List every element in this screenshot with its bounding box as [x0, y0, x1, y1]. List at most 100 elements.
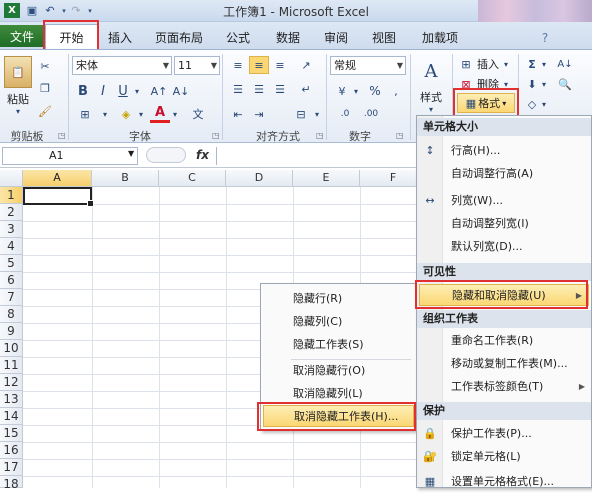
borders-dropdown-icon[interactable]: ▾ [100, 105, 110, 123]
font-color-icon[interactable]: A [150, 105, 170, 123]
fill-dropdown-icon[interactable]: ▾ [540, 76, 548, 92]
decrease-indent-icon[interactable]: ⇤ [228, 105, 248, 123]
row-header[interactable]: 2 [0, 204, 23, 221]
active-cell-a1[interactable] [23, 187, 94, 207]
font-name-combo[interactable]: 宋体 ▼ [72, 56, 172, 75]
row-header[interactable]: 4 [0, 238, 23, 255]
increase-decimal-icon[interactable]: .0 [334, 105, 356, 123]
format-painter-icon[interactable]: 🖌 [36, 103, 54, 119]
merge-center-icon[interactable]: ⊟ [290, 105, 312, 123]
borders-icon[interactable]: ⊞ [74, 105, 96, 123]
align-right-icon[interactable]: ☰ [270, 80, 290, 98]
align-left-icon[interactable]: ☰ [228, 80, 248, 98]
menu-item-hide-sheet[interactable]: 隐藏工作表(S) [261, 334, 416, 356]
menu-item-move-copy-sheet[interactable]: 移动或复制工作表(M)... [417, 353, 591, 375]
help-icon[interactable]: ? [538, 27, 552, 48]
select-all-corner[interactable] [0, 170, 23, 187]
insert-function-icon[interactable]: fx [196, 148, 209, 162]
comma-style-icon[interactable]: , [388, 82, 404, 100]
menu-item-default-width[interactable]: 默认列宽(D)... [417, 236, 591, 258]
number-format-combo[interactable]: 常规 ▼ [330, 56, 406, 75]
accounting-dropdown-icon[interactable]: ▾ [352, 82, 360, 100]
name-box-dropdown-icon[interactable]: ▼ [128, 149, 134, 158]
menu-item-autofit-row[interactable]: 自动调整行高(A) [417, 163, 591, 185]
row-header[interactable]: 16 [0, 442, 23, 459]
menu-item-hide-columns[interactable]: 隐藏列(C) [261, 311, 416, 333]
column-header-e[interactable]: E [293, 170, 360, 187]
clear-icon[interactable]: ◇ [524, 96, 540, 112]
bold-button[interactable]: B [74, 82, 92, 100]
align-center-icon[interactable]: ☰ [249, 80, 269, 98]
row-header[interactable]: 18 [0, 476, 23, 491]
autosum-icon[interactable]: Σ [524, 56, 540, 72]
font-color-dropdown-icon[interactable]: ▾ [170, 105, 180, 123]
tab-insert[interactable]: 插入 [104, 27, 136, 48]
tab-addins[interactable]: 加载项 [418, 27, 462, 48]
number-launcher-icon[interactable]: ◳ [396, 131, 404, 140]
menu-item-unhide-columns[interactable]: 取消隐藏列(L) [261, 383, 416, 405]
underline-button[interactable]: U [114, 82, 132, 100]
row-header[interactable]: 6 [0, 272, 23, 289]
column-header-d[interactable]: D [226, 170, 293, 187]
italic-button[interactable]: I [94, 82, 112, 100]
column-header-a[interactable]: A [23, 170, 92, 187]
tab-formulas[interactable]: 公式 [222, 27, 254, 48]
delete-cells-icon[interactable]: ⊠ [458, 76, 474, 92]
menu-item-hide-rows[interactable]: 隐藏行(R) [261, 288, 416, 310]
row-header[interactable]: 10 [0, 340, 23, 357]
increase-indent-icon[interactable]: ⇥ [249, 105, 269, 123]
menu-item-rename-sheet[interactable]: 重命名工作表(R) [417, 330, 591, 352]
row-header[interactable]: 17 [0, 459, 23, 476]
tab-file[interactable]: 文件 [0, 25, 44, 47]
styles-icon[interactable]: A [418, 56, 444, 86]
fill-color-dropdown-icon[interactable]: ▾ [136, 105, 146, 123]
styles-dropdown-icon[interactable]: ▾ [418, 104, 444, 114]
paste-icon[interactable]: 📋 [4, 56, 32, 88]
menu-item-unhide-rows[interactable]: 取消隐藏行(O) [261, 360, 416, 382]
align-top-icon[interactable]: ≡ [228, 56, 248, 74]
tab-home[interactable]: 开始 [45, 24, 98, 49]
decrease-decimal-icon[interactable]: .00 [360, 105, 382, 123]
delete-button-label[interactable]: 删除 [474, 76, 502, 92]
styles-button-label[interactable]: 样式 [414, 90, 448, 104]
menu-item-protect-sheet[interactable]: 🔒 保护工作表(P)... [417, 423, 591, 445]
merge-dropdown-icon[interactable]: ▾ [312, 105, 322, 123]
name-box[interactable]: A1 [2, 147, 138, 165]
percent-button[interactable]: % [366, 82, 384, 100]
menu-item-lock-cell[interactable]: 🔐 锁定单元格(L) [417, 446, 591, 468]
row-header[interactable]: 1 [0, 187, 23, 204]
sort-filter-icon[interactable]: A↓ [554, 56, 576, 72]
alignment-launcher-icon[interactable]: ◳ [316, 131, 324, 140]
menu-item-tab-color[interactable]: 工作表标签颜色(T) ▶ [417, 376, 591, 398]
row-header[interactable]: 9 [0, 323, 23, 340]
font-launcher-icon[interactable]: ◳ [212, 131, 220, 140]
formula-expand-handle[interactable] [146, 147, 186, 163]
align-bottom-icon[interactable]: ≡ [270, 56, 290, 74]
row-header[interactable]: 14 [0, 408, 23, 425]
format-button[interactable]: ▦ 格式 ▾ [457, 93, 515, 113]
fill-icon[interactable]: ⬇ [524, 76, 540, 92]
menu-item-format-cells[interactable]: ▦ 设置单元格格式(E)... [417, 471, 591, 493]
clear-dropdown-icon[interactable]: ▾ [540, 96, 548, 112]
row-header[interactable]: 8 [0, 306, 23, 323]
window-controls[interactable] [478, 0, 592, 22]
tab-data[interactable]: 数据 [272, 27, 304, 48]
wrap-text-icon[interactable]: ↵ [296, 80, 316, 98]
phonetic-icon[interactable]: 文 [188, 105, 208, 123]
row-header[interactable]: 15 [0, 425, 23, 442]
grow-font-icon[interactable]: A↑ [150, 82, 168, 100]
clipboard-launcher-icon[interactable]: ◳ [58, 131, 66, 140]
fill-color-icon[interactable]: ◈ [116, 105, 136, 123]
find-select-icon[interactable]: 🔍 [554, 76, 576, 92]
insert-button-label[interactable]: 插入 [474, 56, 502, 72]
font-size-combo[interactable]: 11 ▼ [174, 56, 220, 75]
menu-item-hide-unhide[interactable]: 隐藏和取消隐藏(U) ▶ [419, 284, 589, 306]
row-header[interactable]: 5 [0, 255, 23, 272]
row-header[interactable]: 13 [0, 391, 23, 408]
row-header[interactable]: 3 [0, 221, 23, 238]
cut-icon[interactable]: ✂ [36, 58, 54, 74]
copy-icon[interactable]: ❐ [36, 80, 54, 96]
autosum-dropdown-icon[interactable]: ▾ [540, 56, 548, 72]
align-middle-icon[interactable]: ≡ [249, 56, 269, 74]
paste-dropdown-icon[interactable]: ▾ [3, 106, 33, 116]
